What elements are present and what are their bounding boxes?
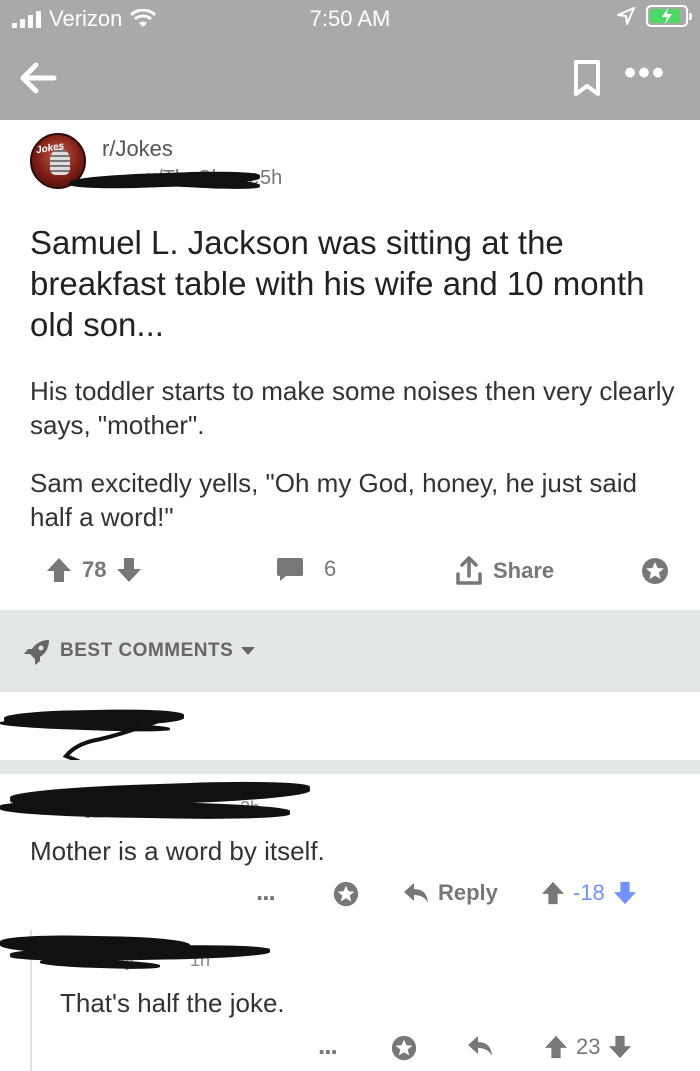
comment-actions: ... Reply -18: [0, 876, 700, 916]
upvote-arrow-icon[interactable]: [544, 1034, 568, 1060]
comments-sort-bar[interactable]: BEST COMMENTS: [0, 610, 700, 692]
status-right: [616, 5, 692, 27]
status-bar: Verizon 7:50 AM: [0, 0, 700, 36]
comment: Satweety 1h: [0, 930, 700, 990]
comment-vote: -18: [541, 880, 637, 906]
post-score: 78: [82, 557, 107, 582]
subreddit-link[interactable]: r/Jokes: [102, 136, 173, 162]
comment-actions: ... 23: [0, 1030, 700, 1070]
comment-divider: [0, 760, 700, 774]
post-title: Samuel L. Jackson was sitting at the bre…: [30, 224, 645, 343]
upvote-arrow-icon[interactable]: [541, 880, 565, 906]
app-bar: •••: [0, 36, 700, 120]
microphone-icon: [50, 149, 70, 175]
comment-more-button[interactable]: ...: [256, 876, 276, 907]
battery-icon: [646, 5, 692, 27]
award-button[interactable]: [332, 880, 360, 908]
comment-count: 6: [324, 556, 337, 581]
post-age: 5h: [260, 167, 283, 189]
location-arrow-icon: [617, 7, 635, 25]
comment-body: That's half the joke.: [60, 988, 285, 1018]
comment-score: 23: [576, 1034, 601, 1059]
comment-more-button[interactable]: ...: [318, 1030, 338, 1061]
back-arrow-icon[interactable]: [14, 54, 62, 102]
comment: Martha 2h: [0, 692, 700, 774]
post-vote: 78: [46, 556, 142, 584]
award-button[interactable]: [390, 1034, 418, 1062]
rocket-icon: [24, 640, 49, 665]
reply-label: Reply: [438, 880, 498, 905]
more-options-icon[interactable]: •••: [620, 56, 670, 98]
share-button[interactable]: Share: [455, 556, 554, 586]
post-meta: u/TheClouse 5h: [69, 167, 340, 191]
chevron-down-icon: [241, 647, 255, 655]
reply-button[interactable]: [466, 1034, 494, 1058]
award-star-icon: [391, 1035, 417, 1061]
clock: 7:50 AM: [309, 6, 391, 31]
downvote-arrow-icon[interactable]: [613, 880, 637, 906]
comment-vote: 23: [544, 1034, 632, 1060]
sort-label: BEST COMMENTS: [60, 640, 234, 661]
post-actions: 78 6 Share: [0, 552, 700, 592]
award-star-icon: [333, 881, 359, 907]
reply-button[interactable]: Reply: [402, 880, 498, 906]
downvote-arrow-icon[interactable]: [116, 556, 142, 584]
reply-arrow-icon: [468, 1036, 492, 1056]
share-label: Share: [493, 558, 555, 583]
share-icon: [456, 556, 482, 585]
reply-arrow-icon: [404, 883, 428, 903]
post-body-paragraph: His toddler starts to make some noises t…: [30, 376, 675, 440]
comment-body: Mother is a word by itself.: [30, 836, 325, 866]
award-star-icon: [642, 558, 668, 584]
award-button[interactable]: [640, 556, 670, 586]
upvote-arrow-icon[interactable]: [46, 556, 72, 584]
comment-bubble-icon: [277, 558, 303, 581]
comment-score: -18: [573, 880, 605, 905]
downvote-arrow-icon[interactable]: [608, 1034, 632, 1060]
bookmark-icon[interactable]: [570, 58, 604, 98]
comments-button[interactable]: 6: [276, 556, 336, 582]
post-body-paragraph: Sam excitedly yells, "Oh my God, honey, …: [30, 468, 638, 532]
